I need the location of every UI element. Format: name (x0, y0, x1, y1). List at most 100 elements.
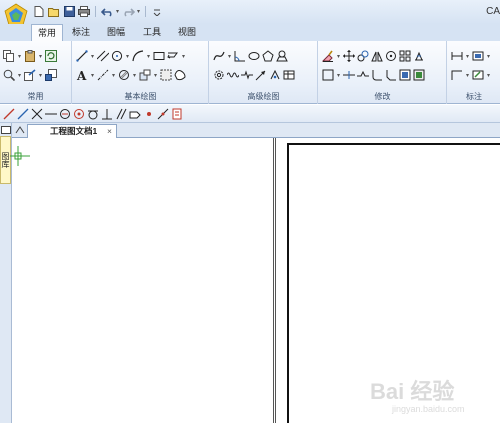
text-dropdown-icon[interactable]: ▾ (90, 72, 95, 79)
hatch-icon[interactable] (118, 69, 130, 81)
panel-pin-icon[interactable] (1, 126, 11, 134)
print-icon[interactable] (77, 5, 91, 18)
block-icon[interactable] (139, 69, 151, 81)
trim-dropdown-icon[interactable]: ▾ (336, 72, 341, 79)
circle-dropdown-icon[interactable]: ▾ (125, 53, 130, 60)
break-line-icon[interactable] (241, 69, 253, 81)
tolerance-dropdown-icon[interactable]: ▾ (486, 72, 491, 79)
copy-icon[interactable] (3, 50, 15, 62)
quadrant-snap-icon[interactable] (73, 108, 85, 120)
horizontal-line-icon[interactable] (45, 108, 57, 120)
centerline-dropdown-icon[interactable]: ▾ (111, 72, 116, 79)
dimension-style-icon[interactable] (472, 50, 484, 62)
block-dropdown-icon[interactable]: ▾ (153, 72, 158, 79)
spline-dropdown-icon[interactable]: ▾ (227, 53, 232, 60)
chamfer-icon[interactable] (385, 69, 397, 81)
array-icon[interactable] (399, 50, 411, 62)
trim-icon[interactable] (322, 69, 334, 81)
insert-snap-icon[interactable] (129, 108, 141, 120)
table-icon[interactable] (283, 69, 295, 81)
rotate-icon[interactable] (385, 50, 397, 62)
dimension-style-dropdown-icon[interactable]: ▾ (486, 53, 491, 60)
viewport-divider[interactable] (273, 138, 276, 423)
new-file-icon[interactable] (32, 5, 46, 18)
tab-annotate[interactable]: 标注 (66, 24, 96, 41)
nearest-snap-icon[interactable] (157, 108, 169, 120)
hatch-dropdown-icon[interactable]: ▾ (132, 72, 137, 79)
zoom-icon[interactable] (3, 69, 15, 81)
circle-icon[interactable] (111, 50, 123, 62)
linear-dimension-icon[interactable] (451, 50, 463, 62)
perpendicular-snap-icon[interactable] (101, 108, 113, 120)
group-label-common: 常用 (27, 92, 44, 101)
refresh-icon[interactable] (45, 50, 57, 62)
zoom-dropdown-icon[interactable]: ▾ (17, 72, 22, 79)
line-icon[interactable] (76, 50, 88, 62)
tolerance-icon[interactable] (472, 69, 484, 81)
symbol-icon[interactable] (276, 50, 288, 62)
text-icon[interactable]: A (76, 69, 88, 81)
scale-icon[interactable] (413, 50, 425, 62)
copy-dropdown-icon[interactable]: ▾ (17, 53, 22, 60)
eraser-icon[interactable] (322, 50, 334, 62)
copy-move-icon[interactable] (357, 50, 369, 62)
undo-icon[interactable] (100, 5, 114, 18)
wave-line-icon[interactable] (227, 69, 239, 81)
arc-dropdown-icon[interactable]: ▾ (146, 53, 151, 60)
polyline-dropdown-icon[interactable]: ▾ (181, 53, 186, 60)
boundary-icon[interactable] (160, 69, 172, 81)
tangent-snap-icon[interactable] (87, 108, 99, 120)
spline-icon[interactable] (213, 50, 225, 62)
explode-icon[interactable] (413, 69, 425, 81)
center-snap-icon[interactable] (59, 108, 71, 120)
gear-icon[interactable] (213, 69, 225, 81)
document-tab[interactable]: 工程图文档1 × (27, 124, 117, 139)
angle-line-icon[interactable] (234, 50, 246, 62)
mirror-icon[interactable] (371, 50, 383, 62)
close-tab-icon[interactable]: × (107, 125, 112, 138)
parallel-snap-icon[interactable] (115, 108, 127, 120)
tab-view[interactable]: 视图 (172, 24, 202, 41)
node-snap-icon[interactable] (143, 108, 155, 120)
customize-toolbar-icon[interactable] (150, 5, 164, 18)
rectangle-icon[interactable] (153, 50, 165, 62)
match-properties-icon[interactable] (45, 69, 57, 81)
open-folder-icon[interactable] (47, 5, 61, 18)
cross-tool-icon[interactable] (31, 108, 43, 120)
polygon-icon[interactable] (262, 50, 274, 62)
move-icon[interactable] (343, 50, 355, 62)
stretch-icon[interactable] (399, 69, 411, 81)
crosshair-cursor-icon (10, 146, 30, 166)
break-icon[interactable] (357, 69, 369, 81)
polyline-icon[interactable] (167, 50, 179, 62)
arc-icon[interactable] (132, 50, 144, 62)
redo-dropdown-icon[interactable]: ▾ (136, 8, 141, 15)
line-dropdown-icon[interactable]: ▾ (90, 53, 95, 60)
undo-dropdown-icon[interactable]: ▾ (115, 8, 120, 15)
leader-dropdown-icon[interactable]: ▾ (465, 72, 470, 79)
paste-dropdown-icon[interactable]: ▾ (38, 53, 43, 60)
centerline-icon[interactable] (97, 69, 109, 81)
properties-icon[interactable] (24, 69, 36, 81)
properties-dropdown-icon[interactable]: ▾ (38, 72, 43, 79)
paste-icon[interactable] (24, 50, 36, 62)
region-icon[interactable] (174, 69, 186, 81)
ray-tool-icon[interactable] (17, 108, 29, 120)
tab-home[interactable]: 常用 (31, 24, 64, 42)
redo-icon[interactable] (121, 5, 135, 18)
arrow-icon[interactable] (255, 69, 267, 81)
ellipse-icon[interactable] (248, 50, 260, 62)
tab-tools[interactable]: 工具 (137, 24, 167, 41)
extend-icon[interactable] (343, 69, 355, 81)
tab-sheet[interactable]: 图幅 (101, 24, 131, 41)
eraser-dropdown-icon[interactable]: ▾ (336, 53, 341, 60)
point-icon[interactable] (269, 69, 281, 81)
linear-dimension-dropdown-icon[interactable]: ▾ (465, 53, 470, 60)
line-tool-icon[interactable] (3, 108, 15, 120)
tab-list-icon[interactable] (15, 125, 25, 135)
save-icon[interactable] (62, 5, 76, 18)
snap-settings-icon[interactable] (171, 108, 183, 120)
leader-icon[interactable] (451, 69, 463, 81)
fillet-icon[interactable] (371, 69, 383, 81)
parallel-line-icon[interactable] (97, 50, 109, 62)
